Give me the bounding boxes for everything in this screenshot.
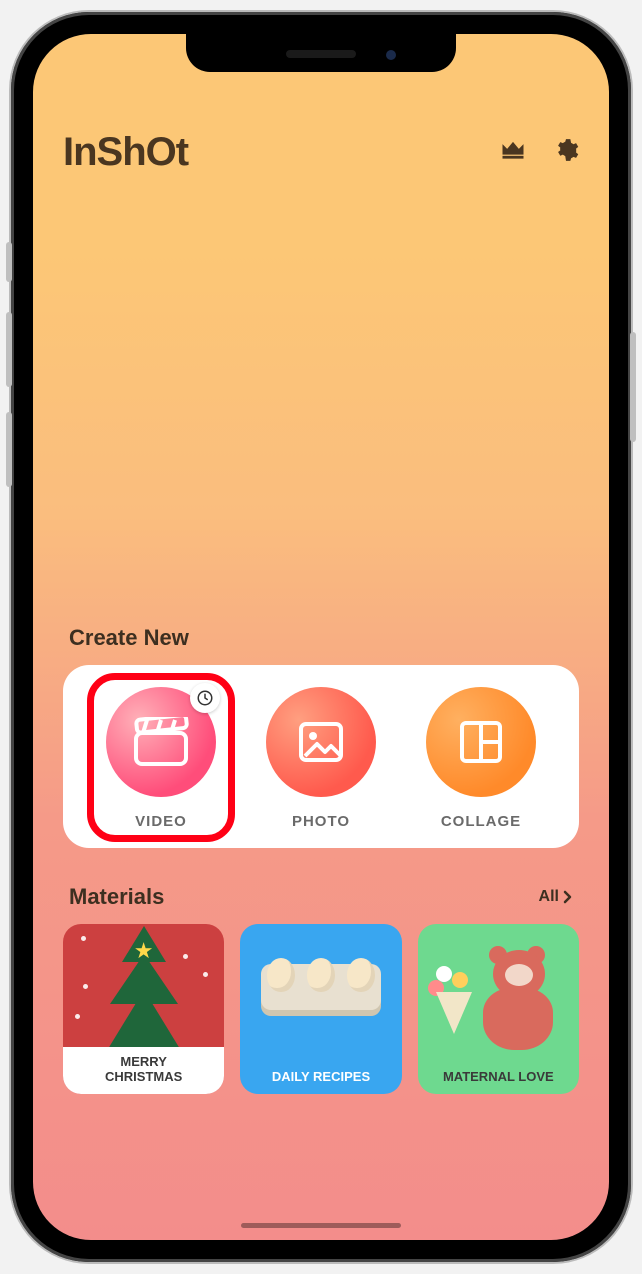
phone-frame: InShOt Create New xyxy=(11,12,631,1262)
materials-all-button[interactable]: All xyxy=(539,888,573,906)
photo-icon xyxy=(295,716,347,768)
bear-icon xyxy=(471,950,563,1050)
material-label: DAILY RECIPES xyxy=(240,1062,401,1094)
clock-icon xyxy=(196,689,214,707)
recent-badge[interactable] xyxy=(190,683,220,713)
chevron-right-icon xyxy=(563,890,573,904)
material-label: MATERNAL LOVE xyxy=(418,1062,579,1094)
material-card-recipes[interactable]: DAILY RECIPES xyxy=(240,924,401,1094)
materials-row: ★ MERRY CHRISTMAS DAILY RECIPES xyxy=(63,924,579,1094)
materials-header: Materials All xyxy=(63,884,579,910)
create-new-title: Create New xyxy=(69,625,579,651)
app-content: InShOt Create New xyxy=(33,34,609,1240)
create-photo-button[interactable]: PHOTO xyxy=(241,687,401,830)
collage-circle xyxy=(426,687,536,797)
video-circle xyxy=(106,687,216,797)
clapperboard-icon xyxy=(133,717,189,767)
materials-title: Materials xyxy=(69,884,164,910)
create-item-label: COLLAGE xyxy=(441,813,521,830)
side-button xyxy=(6,242,12,282)
create-video-button[interactable]: VIDEO xyxy=(81,687,241,830)
top-icons xyxy=(499,136,579,169)
photo-circle xyxy=(266,687,376,797)
pro-crown-button[interactable] xyxy=(499,136,527,169)
eggs-icon xyxy=(261,964,381,1010)
create-collage-button[interactable]: COLLAGE xyxy=(401,687,561,830)
material-card-christmas[interactable]: ★ MERRY CHRISTMAS xyxy=(63,924,224,1094)
create-new-card: VIDEO PHOTO xyxy=(63,665,579,848)
crown-icon xyxy=(499,136,527,164)
app-logo: InShOt xyxy=(63,130,188,175)
material-card-maternal[interactable]: MATERNAL LOVE xyxy=(418,924,579,1094)
star-icon: ★ xyxy=(134,938,154,964)
collage-icon xyxy=(456,717,506,767)
create-item-label: VIDEO xyxy=(135,813,187,830)
all-label: All xyxy=(539,888,559,906)
screen: InShOt Create New xyxy=(33,34,609,1240)
side-button xyxy=(6,412,12,487)
gear-icon xyxy=(553,137,579,163)
notch xyxy=(186,34,456,72)
settings-button[interactable] xyxy=(553,137,579,168)
create-item-label: PHOTO xyxy=(292,813,350,830)
side-button xyxy=(6,312,12,387)
bouquet-icon xyxy=(426,966,476,1034)
top-bar: InShOt xyxy=(63,130,579,175)
side-button xyxy=(630,332,636,442)
material-label: MERRY CHRISTMAS xyxy=(63,1047,224,1094)
home-indicator[interactable] xyxy=(241,1223,401,1228)
